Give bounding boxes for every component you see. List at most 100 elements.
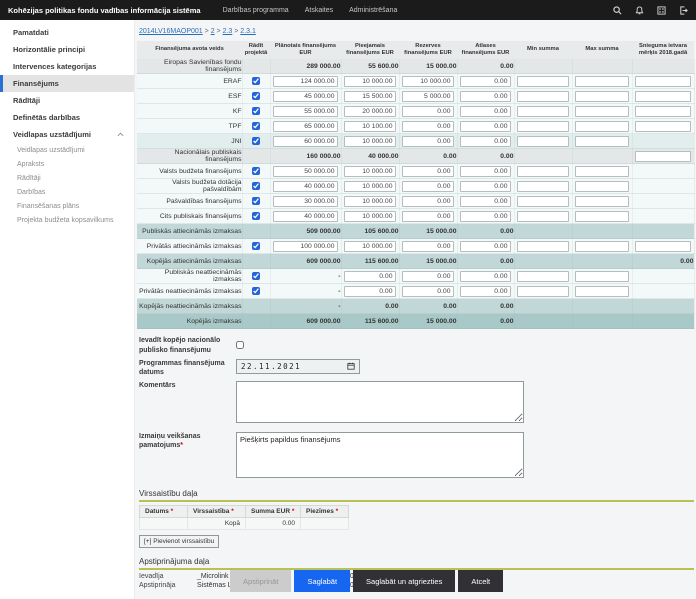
target-input[interactable] [635, 151, 691, 162]
selection-input[interactable] [460, 121, 511, 132]
reserve-input[interactable] [402, 76, 454, 87]
change-reason-textarea[interactable]: Piešķirts papildus finansējums [236, 432, 524, 478]
sidebar-item-pamatdati[interactable]: Pamatdati [0, 24, 134, 41]
selection-input[interactable] [460, 181, 511, 192]
min-input[interactable] [517, 241, 569, 252]
reserve-input[interactable] [402, 196, 454, 207]
min-input[interactable] [517, 286, 569, 297]
reserve-input[interactable] [402, 121, 454, 132]
available-input[interactable] [344, 286, 396, 297]
show-in-project-checkbox[interactable] [252, 137, 260, 145]
available-input[interactable] [344, 136, 396, 147]
sidebar-subitem-veidlapas-uzst-d-jumi[interactable]: Veidlapas uzstādījumi [0, 143, 134, 157]
selection-input[interactable] [460, 136, 511, 147]
sidebar-subitem-r-d-t-ji[interactable]: Rādītāji [0, 171, 134, 185]
selection-input[interactable] [460, 106, 511, 117]
max-input[interactable] [575, 91, 629, 102]
search-icon[interactable] [613, 6, 622, 15]
min-input[interactable] [517, 211, 569, 222]
apps-icon[interactable] [657, 6, 666, 15]
max-input[interactable] [575, 76, 629, 87]
show-in-project-checkbox[interactable] [252, 167, 260, 175]
min-input[interactable] [517, 106, 569, 117]
planned-input[interactable] [273, 166, 338, 177]
available-input[interactable] [344, 211, 396, 222]
min-input[interactable] [517, 121, 569, 132]
sidebar-item-r-d-t-ji[interactable]: Rādītāji [0, 92, 134, 109]
available-input[interactable] [344, 91, 396, 102]
reserve-input[interactable] [402, 271, 454, 282]
sidebar-item-intervences-kategorijas[interactable]: Intervences kategorijas [0, 58, 134, 75]
selection-input[interactable] [460, 196, 511, 207]
max-input[interactable] [575, 286, 629, 297]
selection-input[interactable] [460, 166, 511, 177]
menu-item-darb-bas-programma[interactable]: Darbības programma [223, 7, 289, 14]
add-overcommitment-button[interactable]: [+] Pievienot virssaistību [139, 535, 219, 548]
max-input[interactable] [575, 181, 629, 192]
saglab-t-un-atgriezties-button[interactable]: Saglabāt un atgriezties [353, 570, 455, 592]
target-input[interactable] [635, 121, 691, 132]
target-input[interactable] [635, 241, 691, 252]
show-in-project-checkbox[interactable] [252, 272, 260, 280]
show-in-project-checkbox[interactable] [252, 197, 260, 205]
min-input[interactable] [517, 136, 569, 147]
selection-input[interactable] [460, 271, 511, 282]
saglab-t-button[interactable]: Saglabāt [294, 570, 350, 592]
comment-textarea[interactable] [236, 381, 524, 423]
sidebar-item-horizont-lie-principi[interactable]: Horizontālie principi [0, 41, 134, 58]
available-input[interactable] [344, 271, 396, 282]
calendar-icon[interactable] [347, 362, 355, 370]
target-input[interactable] [635, 76, 691, 87]
min-input[interactable] [517, 166, 569, 177]
show-in-project-checkbox[interactable] [252, 92, 260, 100]
planned-input[interactable] [273, 121, 338, 132]
breadcrumb-link[interactable]: 2.3 [223, 28, 233, 35]
reserve-input[interactable] [402, 166, 454, 177]
program-date-input[interactable]: 22.11.2021 [236, 359, 360, 374]
max-input[interactable] [575, 106, 629, 117]
max-input[interactable] [575, 136, 629, 147]
show-in-project-checkbox[interactable] [252, 242, 260, 250]
available-input[interactable] [344, 166, 396, 177]
sidebar-subitem-darb-bas[interactable]: Darbības [0, 185, 134, 199]
max-input[interactable] [575, 271, 629, 282]
reserve-input[interactable] [402, 106, 454, 117]
show-in-project-checkbox[interactable] [252, 122, 260, 130]
logout-icon[interactable] [679, 6, 688, 15]
reserve-input[interactable] [402, 91, 454, 102]
planned-input[interactable] [273, 76, 338, 87]
planned-input[interactable] [273, 181, 338, 192]
available-input[interactable] [344, 241, 396, 252]
planned-input[interactable] [273, 91, 338, 102]
show-in-project-checkbox[interactable] [252, 77, 260, 85]
max-input[interactable] [575, 196, 629, 207]
show-in-project-checkbox[interactable] [252, 212, 260, 220]
reserve-input[interactable] [402, 286, 454, 297]
target-input[interactable] [635, 106, 691, 117]
breadcrumb-link[interactable]: 2014LV16MAOP001 [139, 28, 203, 35]
menu-item-administr-ana[interactable]: Administrēšana [349, 7, 397, 14]
menu-item-atskaites[interactable]: Atskaites [305, 7, 333, 14]
chevron-up-icon[interactable] [117, 132, 124, 137]
breadcrumb-link[interactable]: 2.3.1 [240, 28, 256, 35]
sidebar-subitem-finans-anas-pl-ns[interactable]: Finansēšanas plāns [0, 199, 134, 213]
reserve-input[interactable] [402, 241, 454, 252]
sidebar-item-finans-jums[interactable]: Finansējums [0, 75, 134, 92]
available-input[interactable] [344, 76, 396, 87]
planned-input[interactable] [273, 106, 338, 117]
show-in-project-checkbox[interactable] [252, 107, 260, 115]
min-input[interactable] [517, 91, 569, 102]
show-in-project-checkbox[interactable] [252, 182, 260, 190]
max-input[interactable] [575, 121, 629, 132]
selection-input[interactable] [460, 286, 511, 297]
min-input[interactable] [517, 196, 569, 207]
reserve-input[interactable] [402, 181, 454, 192]
selection-input[interactable] [460, 76, 511, 87]
planned-input[interactable] [273, 196, 338, 207]
selection-input[interactable] [460, 211, 511, 222]
show-in-project-checkbox[interactable] [252, 287, 260, 295]
available-input[interactable] [344, 196, 396, 207]
sidebar-item-defin-t-s-darb-bas[interactable]: Definētās darbības [0, 109, 134, 126]
reserve-input[interactable] [402, 136, 454, 147]
planned-input[interactable] [273, 241, 338, 252]
